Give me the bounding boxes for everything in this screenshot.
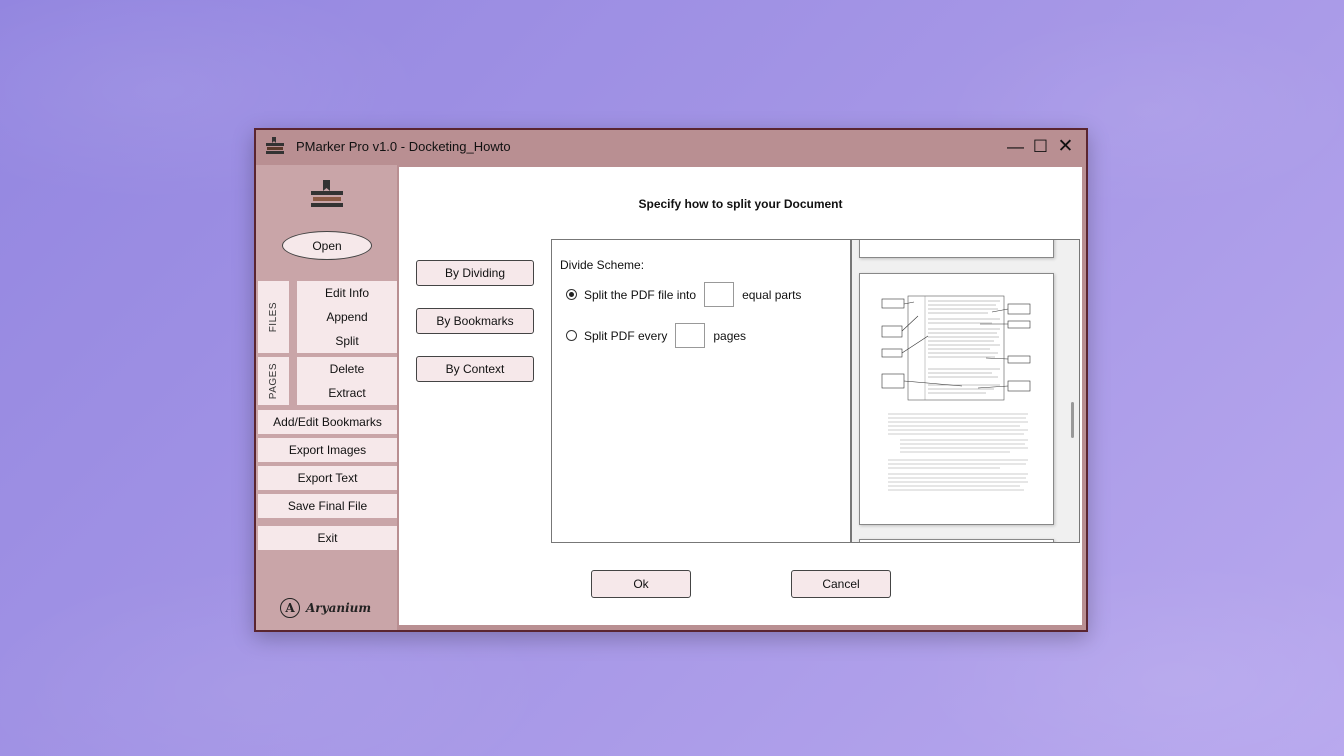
- equal-parts-input[interactable]: [704, 282, 735, 307]
- minimize-icon[interactable]: —: [1003, 134, 1028, 159]
- page-thumbnail: [881, 295, 1031, 491]
- brand-logo: A: [280, 598, 300, 618]
- divide-scheme-panel: Divide Scheme: Split the PDF file into e…: [551, 239, 851, 543]
- every-pages-input[interactable]: [675, 323, 706, 348]
- equal-parts-suffix: equal parts: [742, 287, 802, 302]
- export-images-button[interactable]: Export Images: [258, 438, 397, 462]
- brand-name: Aryanium: [306, 601, 372, 615]
- title-bar[interactable]: PMarker Pro v1.0 - Docketing_Howto — ☐ ✕: [256, 130, 1086, 163]
- books-stack-icon: [311, 180, 343, 207]
- save-final-file-button[interactable]: Save Final File: [258, 494, 397, 518]
- option-equal-parts: Split the PDF file into equal parts: [566, 282, 801, 307]
- brand: A Aryanium: [280, 598, 371, 618]
- app-window: PMarker Pro v1.0 - Docketing_Howto — ☐ ✕…: [254, 128, 1088, 632]
- books-stack-icon: [266, 136, 284, 154]
- preview-page-next: [859, 539, 1054, 542]
- export-text-button[interactable]: Export Text: [258, 466, 397, 490]
- by-dividing-button[interactable]: By Dividing: [416, 260, 534, 286]
- edit-info-item[interactable]: Edit Info: [297, 281, 397, 305]
- pages-menu: Delete Extract: [297, 357, 397, 405]
- dialog-title: Specify how to split your Document: [638, 197, 843, 211]
- exit-button[interactable]: Exit: [258, 526, 397, 550]
- divide-scheme-label: Divide Scheme:: [560, 258, 645, 272]
- window-title: PMarker Pro v1.0 - Docketing_Howto: [296, 139, 511, 154]
- extract-item[interactable]: Extract: [297, 381, 397, 405]
- pdf-preview-panel[interactable]: [851, 239, 1080, 543]
- every-pages-prefix: Split PDF every: [584, 328, 668, 343]
- sidebar: Open FILES Edit Info Append Split PAGES …: [256, 165, 397, 630]
- every-pages-suffix: pages: [713, 328, 747, 343]
- by-bookmarks-button[interactable]: By Bookmarks: [416, 308, 534, 334]
- preview-page-current: [859, 273, 1054, 525]
- add-edit-bookmarks-button[interactable]: Add/Edit Bookmarks: [258, 410, 397, 434]
- delete-item[interactable]: Delete: [297, 357, 397, 381]
- by-context-button[interactable]: By Context: [416, 356, 534, 382]
- pages-tab: PAGES: [258, 357, 289, 405]
- close-icon[interactable]: ✕: [1053, 134, 1078, 159]
- files-tab-label: FILES: [268, 301, 279, 333]
- cancel-button[interactable]: Cancel: [791, 570, 891, 598]
- maximize-icon[interactable]: ☐: [1028, 134, 1053, 159]
- equal-parts-prefix: Split the PDF file into: [584, 287, 697, 302]
- files-menu: Edit Info Append Split: [297, 281, 397, 353]
- split-item[interactable]: Split: [297, 329, 397, 353]
- append-item[interactable]: Append: [297, 305, 397, 329]
- open-button[interactable]: Open: [282, 231, 372, 260]
- preview-page-previous: [859, 240, 1054, 258]
- every-pages-radio[interactable]: [566, 330, 577, 341]
- window-controls: — ☐ ✕: [1003, 130, 1078, 163]
- option-every-n-pages: Split PDF every pages: [566, 323, 746, 348]
- files-tab: FILES: [258, 281, 289, 353]
- equal-parts-radio[interactable]: [566, 289, 577, 300]
- preview-scrollbar[interactable]: [1071, 402, 1074, 438]
- ok-button[interactable]: Ok: [591, 570, 691, 598]
- split-dialog: Specify how to split your Document By Di…: [399, 167, 1082, 625]
- pages-tab-label: PAGES: [268, 362, 279, 400]
